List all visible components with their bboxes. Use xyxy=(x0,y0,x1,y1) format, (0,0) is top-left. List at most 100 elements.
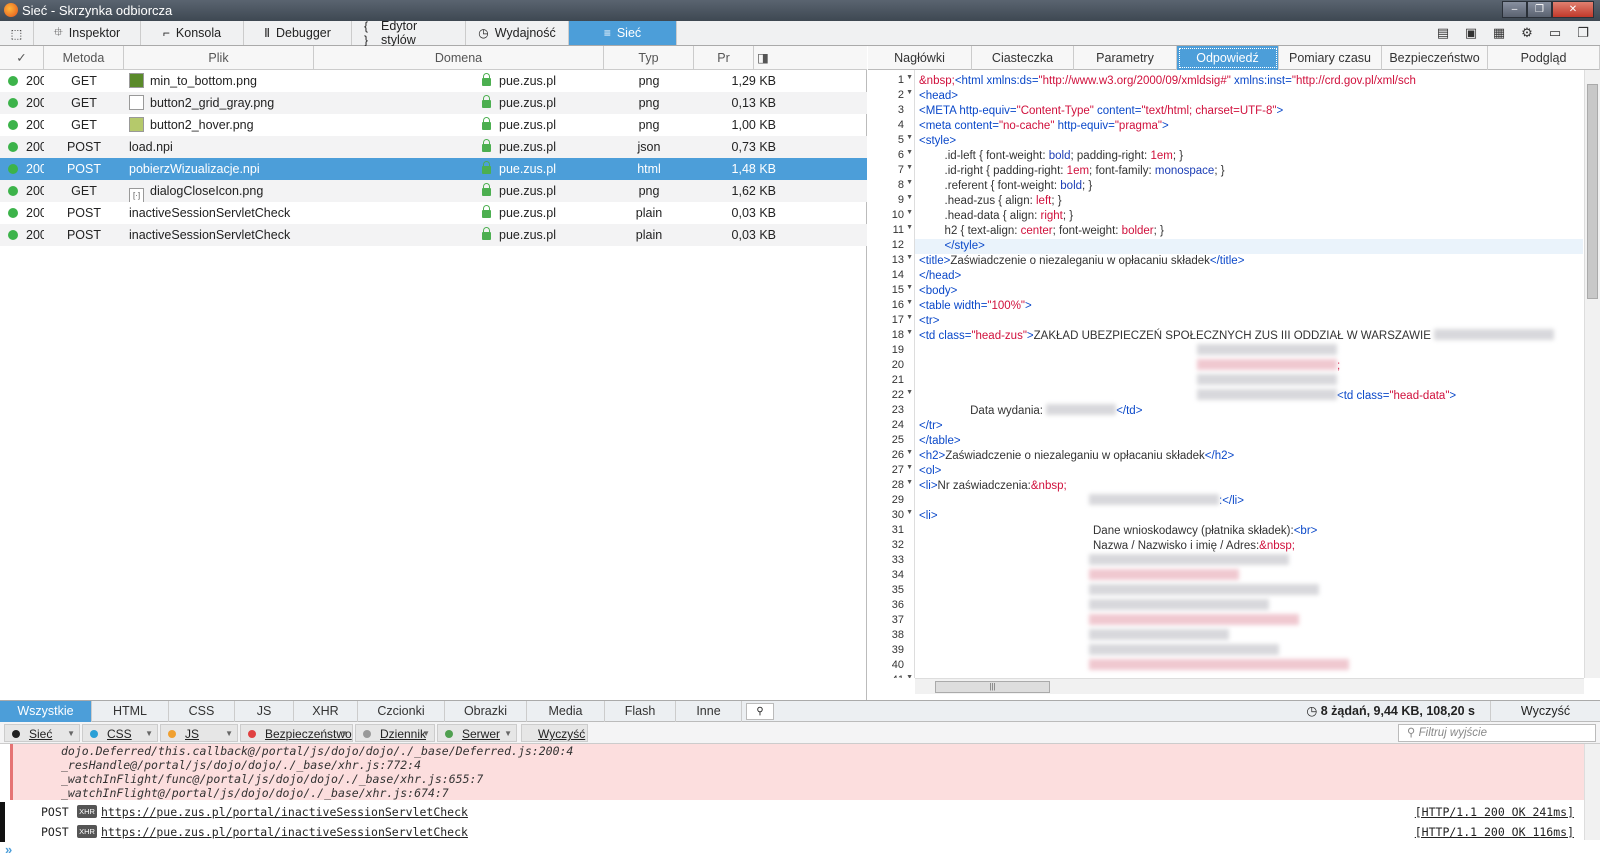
filter-wszystkie[interactable]: Wszystkie xyxy=(0,701,92,722)
fold-arrow-icon[interactable]: ▼ xyxy=(906,509,913,516)
fold-arrow-icon[interactable]: ▼ xyxy=(906,209,913,216)
code-token: "pragma" xyxy=(1114,120,1163,132)
details-tab[interactable]: Podgląd xyxy=(1488,46,1600,70)
request-row[interactable]: 200 GET button2_hover.png pue.zus.pl png 1,00… xyxy=(0,114,867,136)
editor-horizontal-scrollbar[interactable]: ||| xyxy=(915,678,1584,694)
split-view-icon[interactable]: ▤ xyxy=(1434,25,1452,41)
filter-search-button[interactable]: ⚲ xyxy=(746,703,774,720)
fold-arrow-icon[interactable]: ▼ xyxy=(906,179,913,186)
fold-arrow-icon[interactable]: ▼ xyxy=(906,89,913,96)
request-row[interactable]: 200 GET min_to_bottom.png pue.zus.pl png 1,29… xyxy=(0,70,867,92)
tab-performance[interactable]: ◷ Wydajność xyxy=(466,21,569,45)
filter-flash[interactable]: Flash xyxy=(605,701,676,722)
fold-arrow-icon[interactable]: ▼ xyxy=(906,254,913,261)
editor-hscroll-thumb[interactable]: ||| xyxy=(935,681,1050,693)
filter-inne[interactable]: Inne xyxy=(676,701,742,722)
editor-scroll-thumb[interactable] xyxy=(1587,84,1598,299)
details-tab[interactable]: Parametry xyxy=(1074,46,1177,70)
console-clear-button[interactable]: Wyczyść xyxy=(521,724,588,742)
filter-css[interactable]: CSS xyxy=(169,701,235,722)
request-url-link[interactable]: https://pue.zus.pl/portal/inactiveSessio… xyxy=(101,825,468,839)
fold-arrow-icon[interactable]: ▼ xyxy=(906,194,913,201)
tab-inspector[interactable]: ⯐ Inspektor xyxy=(34,21,141,45)
details-tab[interactable]: Bezpieczeństwo xyxy=(1382,46,1488,70)
close-button[interactable]: ✕ xyxy=(1552,1,1594,18)
fold-arrow-icon[interactable]: ▼ xyxy=(906,314,913,321)
details-tab[interactable]: Odpowiedź xyxy=(1177,46,1279,70)
column-status[interactable]: ✓ xyxy=(0,46,44,70)
maximize-button[interactable]: ❐ xyxy=(1527,1,1552,18)
fold-arrow-icon[interactable]: ▼ xyxy=(906,479,913,486)
scratchpad-icon[interactable]: ▦ xyxy=(1490,25,1508,41)
editor-vertical-scrollbar[interactable] xyxy=(1584,70,1600,678)
pick-element-button[interactable]: ⬚ xyxy=(0,21,34,45)
console-filter-5[interactable]: Serwer ▼ xyxy=(437,724,517,742)
fold-arrow-icon[interactable]: ▼ xyxy=(906,74,913,81)
clear-requests-button[interactable]: Wyczyść xyxy=(1490,701,1600,722)
request-domain: pue.zus.pl xyxy=(314,224,604,246)
console-filter-4[interactable]: Dziennik ▼ xyxy=(355,724,435,742)
fold-arrow-icon[interactable]: ▼ xyxy=(906,149,913,156)
fold-arrow-icon[interactable]: ▼ xyxy=(906,164,913,171)
fold-arrow-icon[interactable]: ▼ xyxy=(906,389,913,396)
console-scrollbar[interactable] xyxy=(1584,744,1600,840)
console-filter-2[interactable]: JS ▼ xyxy=(160,724,238,742)
code-line: <META http-equiv="Content-Type" content=… xyxy=(915,104,1583,119)
request-domain: pue.zus.pl xyxy=(314,136,604,158)
fold-arrow-icon[interactable]: ▼ xyxy=(906,329,913,336)
console-network-line[interactable]: POST XHR https://pue.zus.pl/portal/inactiv… xyxy=(0,822,1584,842)
tab-braces[interactable]: { } Edytor stylów xyxy=(352,19,466,47)
details-tab[interactable]: Nagłówki xyxy=(868,46,972,70)
undock-icon[interactable]: ❐ xyxy=(1574,25,1592,41)
column-file[interactable]: Plik xyxy=(124,46,314,70)
fold-arrow-icon[interactable]: ▼ xyxy=(906,224,913,231)
column-size[interactable]: Pr xyxy=(694,46,754,70)
fold-arrow-icon[interactable]: ▼ xyxy=(906,674,913,678)
console-filter-input[interactable]: ⚲ Filtruj wyjście xyxy=(1398,724,1596,742)
response-status[interactable]: [HTTP/1.1 200 OK 116ms] xyxy=(1415,825,1574,839)
fold-arrow-icon[interactable]: ▼ xyxy=(906,464,913,471)
response-code[interactable]: &nbsp;<html xmlns:ds="http://www.w3.org/… xyxy=(915,70,1583,678)
tab-console[interactable]: ⌐ Konsola xyxy=(141,21,244,45)
fold-arrow-icon[interactable]: ▼ xyxy=(906,299,913,306)
column-method[interactable]: Metoda xyxy=(44,46,124,70)
column-type[interactable]: Typ xyxy=(604,46,694,70)
filter-czcionki[interactable]: Czcionki xyxy=(358,701,445,722)
request-row[interactable]: 200 POST inactiveSessionServletCheck pue.zu… xyxy=(0,224,867,246)
fold-arrow-icon[interactable]: ▼ xyxy=(906,449,913,456)
tab-network[interactable]: ≡ Sieć xyxy=(569,21,677,45)
toggle-sidebar-icon[interactable]: ◨ xyxy=(754,46,772,70)
response-editor[interactable]: 1 ▼ 2 ▼ 3 4 5 ▼ 6 ▼ 7 ▼ 8 ▼ 9 ▼ 10 ▼ 11 ▼ 12 13 ▼ 14 15 ▼ 16 ▼ 17 ▼ 18… xyxy=(868,70,1600,678)
settings-gear-icon[interactable]: ⚙ xyxy=(1518,25,1536,41)
request-row[interactable]: 200 GET [·] dialogCloseIcon.png pue.zus.pl pn… xyxy=(0,180,867,202)
filter-xhr[interactable]: XHR xyxy=(294,701,358,722)
filter-html[interactable]: HTML xyxy=(92,701,169,722)
minimize-button[interactable]: – xyxy=(1502,1,1527,18)
request-row[interactable]: 200 POST load.npi pue.zus.pl json 0,73 KB xyxy=(0,136,867,158)
fold-arrow-icon[interactable]: ▼ xyxy=(906,134,913,141)
response-status[interactable]: [HTTP/1.1 200 OK 241ms] xyxy=(1415,805,1574,819)
filter-js[interactable]: JS xyxy=(235,701,294,722)
filter-obrazki[interactable]: Obrazki xyxy=(445,701,527,722)
request-row[interactable]: 200 POST pobierzWizualizacje.npi pue.zus.pl… xyxy=(0,158,867,180)
console-network-line[interactable]: POST XHR https://pue.zus.pl/portal/inactiv… xyxy=(0,802,1584,822)
details-tab[interactable]: Ciasteczka xyxy=(972,46,1074,70)
request-row[interactable]: 200 POST inactiveSessionServletCheck pue.zu… xyxy=(0,202,867,224)
details-tab[interactable]: Pomiary czasu xyxy=(1279,46,1382,70)
code-token: 1em xyxy=(1150,150,1173,162)
filter-media[interactable]: Media xyxy=(527,701,605,722)
console-filter-0[interactable]: Sieć ▼ xyxy=(4,724,80,742)
column-domain[interactable]: Domena xyxy=(314,46,604,70)
responsive-icon[interactable]: ▣ xyxy=(1462,25,1480,41)
fold-arrow-icon[interactable]: ▼ xyxy=(906,284,913,291)
request-size: 0,03 KB xyxy=(731,228,776,242)
request-row[interactable]: 200 GET button2_grid_gray.png pue.zus.pl png… xyxy=(0,92,867,114)
dock-icon[interactable]: ▭ xyxy=(1546,25,1564,41)
redacted-text xyxy=(1197,344,1337,355)
console-prompt[interactable]: » xyxy=(5,842,12,857)
request-url-link[interactable]: https://pue.zus.pl/portal/inactiveSessio… xyxy=(101,805,468,819)
console-filter-1[interactable]: CSS ▼ xyxy=(82,724,158,742)
console-filter-3[interactable]: Bezpieczeństwo ▼ xyxy=(240,724,353,742)
redacted-text xyxy=(1089,659,1349,670)
tab-debugger[interactable]: Ⅱ Debugger xyxy=(244,21,352,45)
